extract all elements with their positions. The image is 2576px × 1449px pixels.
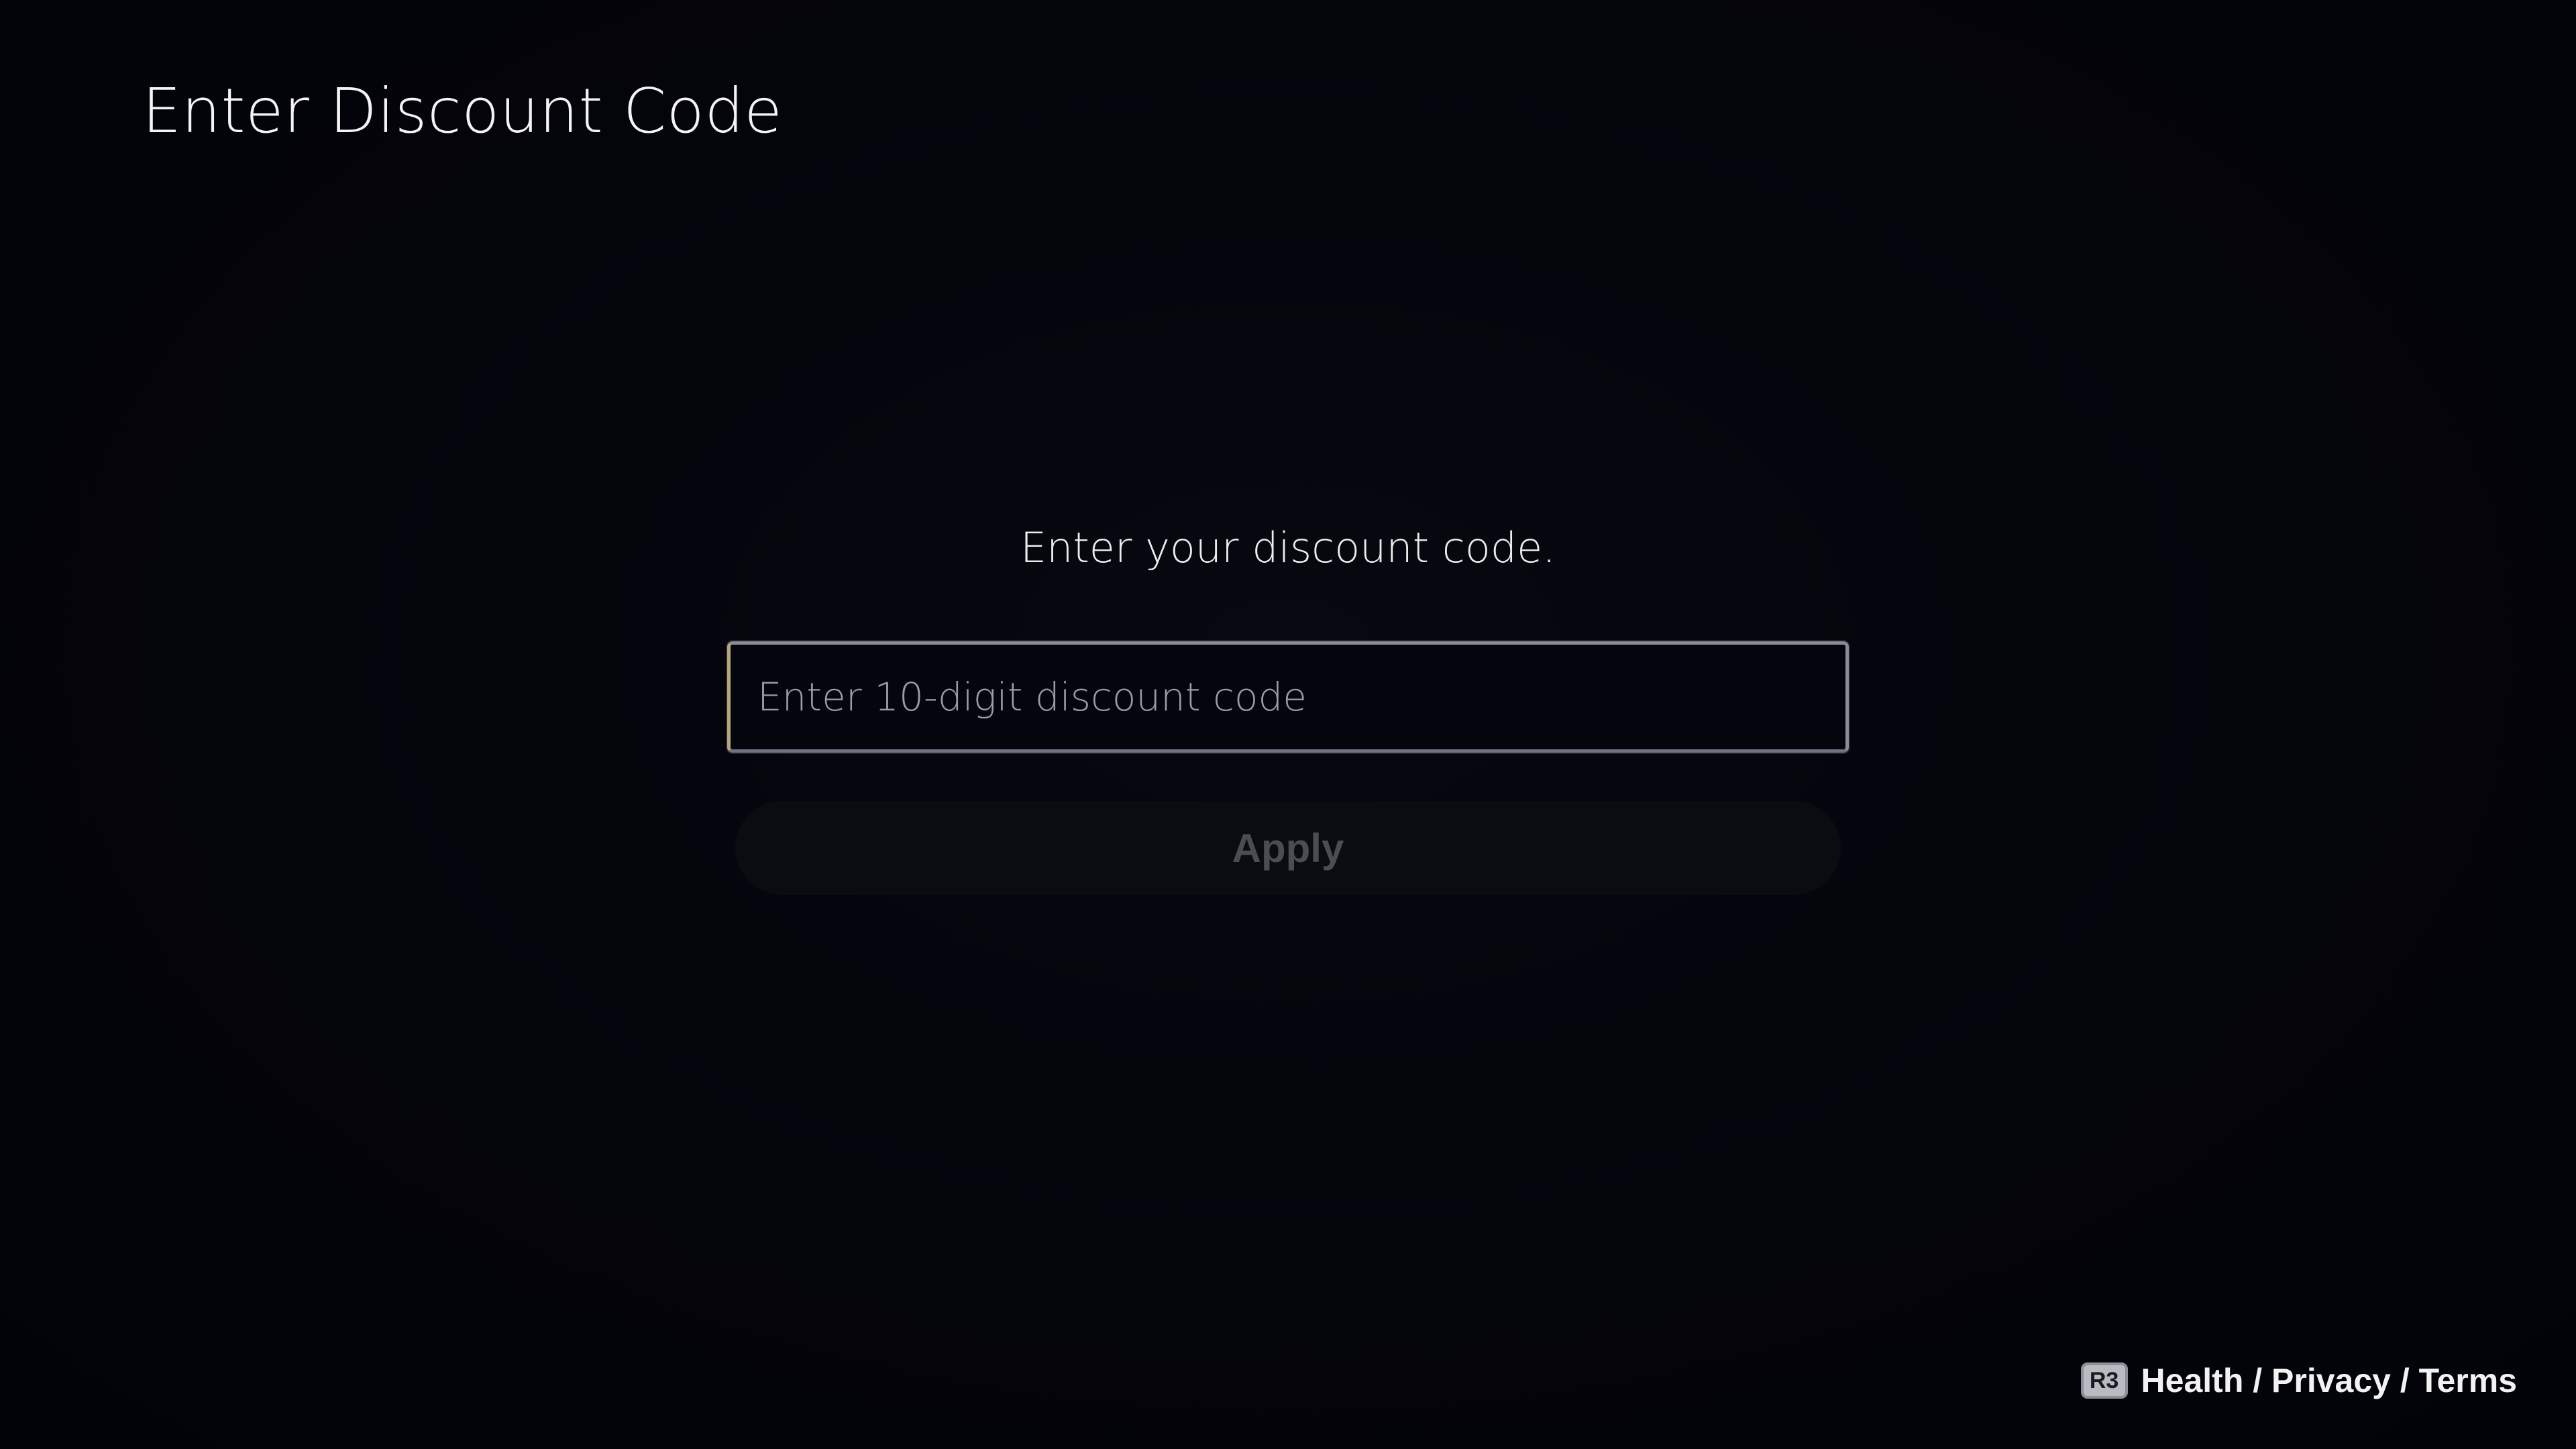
discount-code-field[interactable] (727, 641, 1849, 753)
instruction-text: Enter your discount code. (1020, 523, 1556, 572)
discount-code-screen: Enter Discount Code Enter your discount … (0, 0, 2576, 1449)
page-title: Enter Discount Code (142, 75, 783, 147)
r3-button-icon: R3 (2080, 1362, 2128, 1399)
apply-button[interactable]: Apply (735, 801, 1841, 895)
health-privacy-terms-link[interactable]: Health / Privacy / Terms (2141, 1361, 2517, 1400)
footer-legal-link[interactable]: R3 Health / Privacy / Terms (2080, 1356, 2517, 1405)
discount-code-input[interactable] (731, 645, 1845, 749)
